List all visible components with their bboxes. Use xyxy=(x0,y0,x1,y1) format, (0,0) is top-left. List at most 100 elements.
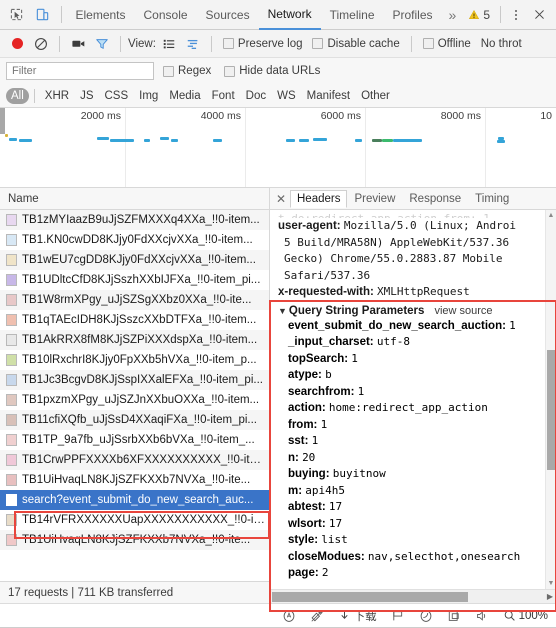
request-row[interactable]: TB1UiHvaqLN8KJjSZFKXXb7NVXa_!!0-ite... xyxy=(0,470,269,490)
hscroll-right-arrow-icon[interactable]: ▶ xyxy=(547,592,553,601)
request-list[interactable]: TB1zMYIaazB9uJjSZFMXXXq4XXa_!!0-item... T… xyxy=(0,210,269,581)
network-overview-timeline[interactable]: 2000 ms 4000 ms 6000 ms 8000 ms 10 xyxy=(0,108,556,188)
filter-input[interactable] xyxy=(6,62,154,80)
request-row[interactable]: TB1CrwPPFXXXXb6XFXXXXXXXXXX_!!0-ite... xyxy=(0,450,269,470)
tab-sources[interactable]: Sources xyxy=(197,0,259,30)
type-filter-media[interactable]: Media xyxy=(164,88,205,104)
disable-cache-checkbox[interactable]: Disable cache xyxy=(312,37,400,50)
type-filter-ws[interactable]: WS xyxy=(272,88,301,104)
request-row[interactable]: TB1W8rmXPgy_uJjSZSgXXbz0XXa_!!0-ite... xyxy=(0,290,269,310)
detail-tab-response[interactable]: Response xyxy=(402,191,468,207)
request-row[interactable]: TB11cfiXQfb_uJjSsD4XXaqiFXa_!!0-item_pi.… xyxy=(0,410,269,430)
zoom-level-indicator[interactable]: 100% xyxy=(503,609,548,622)
offline-checkbox[interactable]: Offline xyxy=(422,38,471,50)
disable-cache-label: Disable cache xyxy=(327,37,400,50)
flag-icon[interactable] xyxy=(391,609,405,623)
record-button-icon[interactable] xyxy=(6,33,28,55)
type-filter-other[interactable]: Other xyxy=(356,88,395,104)
clear-icon[interactable] xyxy=(30,33,52,55)
inspect-cursor-icon[interactable] xyxy=(4,2,30,28)
column-header-name[interactable]: Name xyxy=(0,188,269,210)
tab-sources-label: Sources xyxy=(205,7,250,22)
detail-vertical-scrollbar[interactable]: ▲ ▼ xyxy=(545,210,556,589)
filter-funnel-icon[interactable] xyxy=(91,33,113,55)
file-type-icon xyxy=(6,414,17,426)
window-icon[interactable] xyxy=(447,609,461,623)
type-filter-js[interactable]: JS xyxy=(75,88,98,104)
toolbar-divider-a xyxy=(59,35,60,52)
kebab-menu-icon[interactable] xyxy=(506,2,526,28)
query-parameter-key: page: xyxy=(288,567,322,579)
tab-console[interactable]: Console xyxy=(135,0,197,30)
hide-data-urls-checkbox[interactable]: Hide data URLs xyxy=(224,65,320,77)
scroll-thumb[interactable] xyxy=(547,350,555,470)
more-tabs-chevron-icon[interactable]: » xyxy=(442,7,464,23)
request-row[interactable]: TB1Jc3BcgvD8KJjSspIXXalEFXa_!!0-item_pi.… xyxy=(0,370,269,390)
request-name-label: TB1UiHvaqLN8KJjSZFKXXb7NVXa_!!0-ite... xyxy=(22,474,251,486)
query-string-parameters-header[interactable]: ▼ Query String Parameters view source xyxy=(278,305,542,317)
scroll-down-arrow-icon[interactable]: ▼ xyxy=(546,578,556,589)
detail-horizontal-scrollbar[interactable]: ▶ xyxy=(270,589,556,603)
request-row-selected[interactable]: search?event_submit_do_new_search_auc... xyxy=(0,490,269,510)
header-line: Safari/537.36 xyxy=(278,268,542,285)
list-view-icon[interactable] xyxy=(158,33,180,55)
chevron-down-icon[interactable]: ▼ xyxy=(278,306,287,316)
type-filter-font[interactable]: Font xyxy=(207,88,240,104)
close-panel-icon[interactable]: ✕ xyxy=(272,192,290,206)
type-filter-xhr[interactable]: XHR xyxy=(40,88,74,104)
warning-badge[interactable]: 5 xyxy=(463,8,495,22)
view-source-link[interactable]: view source xyxy=(434,305,492,317)
headers-content[interactable]: t.do:redirect_app_action.from: 1 user-ag… xyxy=(270,210,556,589)
tab-timeline[interactable]: Timeline xyxy=(321,0,384,30)
type-filter-doc[interactable]: Doc xyxy=(241,88,271,104)
request-row[interactable]: TB14rVFRXXXXXXUapXXXXXXXXXXX_!!0-ite... xyxy=(0,510,269,530)
speaker-icon[interactable] xyxy=(475,609,489,623)
throttling-select[interactable]: No throt xyxy=(481,38,522,50)
tab-elements[interactable]: Elements xyxy=(66,0,134,30)
request-row[interactable]: TB1qTAEcIDH8KJjSszcXXbDTFXa_!!0-item... xyxy=(0,310,269,330)
query-parameter-key: sst: xyxy=(288,435,312,447)
request-row[interactable]: TB1UDltcCfD8KJjSszhXXbIJFXa_!!0-item_pi.… xyxy=(0,270,269,290)
preserve-log-checkbox[interactable]: Preserve log xyxy=(222,37,303,50)
header-value: Mozilla/5.0 (Linux; Androi xyxy=(343,219,517,232)
type-filter-all[interactable]: All xyxy=(6,87,29,104)
detail-tab-timing[interactable]: Timing xyxy=(468,191,516,207)
annotate-icon[interactable] xyxy=(282,609,296,623)
query-parameter-key: topSearch: xyxy=(288,352,352,365)
request-row[interactable]: TB1.KN0cwDD8KJjy0FdXXcjvXXa_!!0-item... xyxy=(0,230,269,250)
scroll-up-arrow-icon[interactable]: ▲ xyxy=(546,210,556,221)
query-parameter-value: home:redirect_app_action xyxy=(328,401,488,414)
device-toolbar-icon[interactable] xyxy=(30,2,56,28)
overview-tick-4000: 4000 ms xyxy=(200,110,241,122)
request-row[interactable]: TB10lRxchrI8KJjy0FpXXb5hVXa_!!0-item_p..… xyxy=(0,350,269,370)
header-key: user-agent: xyxy=(278,220,344,232)
request-row[interactable]: TB1wEU7cgDD8KJjy0FdXXcjvXXa_!!0-item... xyxy=(0,250,269,270)
query-parameter-value: b xyxy=(325,368,332,381)
clip-note-icon[interactable] xyxy=(310,609,324,623)
close-icon[interactable] xyxy=(526,2,552,28)
waterfall-view-icon[interactable] xyxy=(182,33,204,55)
query-parameter-row: closeModues: nav,selecthot,onesearch xyxy=(278,549,542,566)
eraser-icon[interactable] xyxy=(419,609,433,623)
download-icon[interactable]: 下载 xyxy=(338,608,377,624)
preserve-log-label: Preserve log xyxy=(237,37,303,50)
request-row[interactable]: TB1TP_9a7fb_uJjSsrbXXb6bVXa_!!0-item_... xyxy=(0,430,269,450)
regex-checkbox[interactable]: Regex xyxy=(163,65,211,77)
request-row[interactable]: TB1zMYIaazB9uJjSZFMXXXq4XXa_!!0-item... xyxy=(0,210,269,230)
type-filter-css[interactable]: CSS xyxy=(99,88,133,104)
request-row[interactable]: TB1UiHvaqLN8KJjSZFKXXb7NVXa_!!0-ite... xyxy=(0,530,269,550)
request-row[interactable]: TB1pxzmXPgy_uJjSZJnXXbuOXXa_!!0-item... xyxy=(0,390,269,410)
header-key: x-requested-with: xyxy=(278,286,378,298)
request-headers-list: user-agent: Mozilla/5.0 (Linux; Androi 5 … xyxy=(278,218,542,301)
hscroll-thumb[interactable] xyxy=(272,592,468,602)
capture-screenshots-icon[interactable] xyxy=(67,33,89,55)
query-parameter-row: sst: 1 xyxy=(278,433,542,450)
type-filter-img[interactable]: Img xyxy=(134,88,163,104)
tab-profiles[interactable]: Profiles xyxy=(384,0,442,30)
type-filter-manifest[interactable]: Manifest xyxy=(302,88,355,104)
tab-network[interactable]: Network xyxy=(258,0,321,30)
detail-tab-headers[interactable]: Headers xyxy=(290,189,348,208)
detail-tab-preview[interactable]: Preview xyxy=(347,191,402,207)
request-row[interactable]: TB1AkRRX8fM8KJjSZPiXXXdspXa_!!0-item... xyxy=(0,330,269,350)
query-parameter-value: 20 xyxy=(302,450,316,464)
